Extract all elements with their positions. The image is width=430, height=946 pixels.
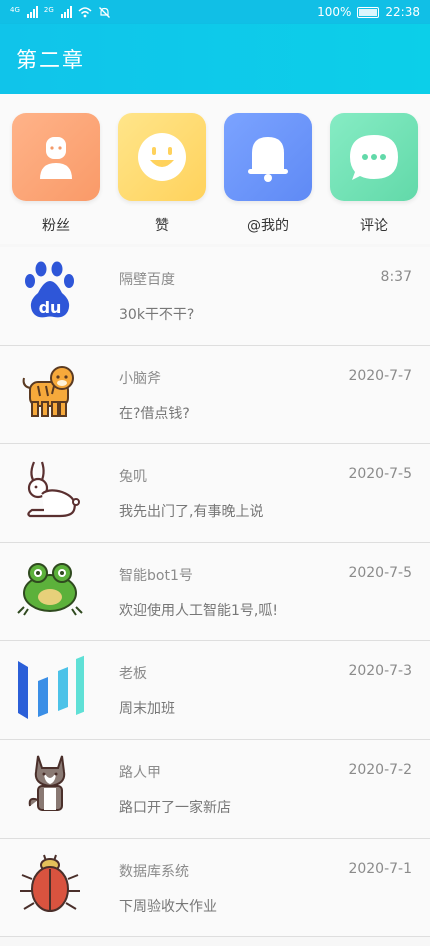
message-preview: 在?借点钱?	[119, 405, 190, 422]
quick-action-label: 赞	[155, 218, 169, 234]
message-list: du 隔壁百度 8:37 30k干不干? 小脑斧 2020-7-7 在?借点钱?	[0, 247, 430, 938]
status-bar: 4G 2G 100% 22:38	[0, 0, 430, 24]
quick-action-label: @我的	[247, 218, 289, 234]
contact-name: 智能bot1号	[119, 567, 193, 584]
message-preview: 下周验收大作业	[119, 898, 217, 915]
smile-icon[interactable]	[118, 113, 206, 201]
person-icon[interactable]	[12, 113, 100, 201]
list-item[interactable]: 路人甲 2020-7-2 路口开了一家新店	[0, 739, 430, 839]
mute-bell-icon	[98, 6, 110, 18]
message-preview: 路口开了一家新店	[119, 799, 231, 816]
list-item[interactable]: 智能bot1号 2020-7-5 欢迎使用人工智能1号,呱!	[0, 542, 430, 642]
app-bar: 第二章	[0, 24, 430, 94]
tiger-icon	[16, 356, 84, 424]
bars-logo-icon	[16, 651, 86, 720]
battery-icon	[357, 6, 380, 18]
contact-name: 小脑斧	[119, 370, 161, 387]
page-title: 第二章	[16, 48, 85, 72]
rabbit-icon	[16, 454, 84, 522]
message-preview: 30k干不干?	[119, 307, 195, 323]
contact-name: 兔叽	[119, 469, 147, 486]
message-time: 8:37	[380, 269, 412, 285]
sim2-network-label: 2G	[43, 5, 54, 14]
quick-action-label: 评论	[360, 218, 388, 234]
signal-icon	[26, 6, 38, 18]
quick-actions: 粉丝 赞 @我的 评论	[0, 94, 430, 244]
list-item[interactable]: 数据库系统 2020-7-1 下周验收大作业	[0, 838, 430, 938]
quick-action-comments[interactable]: 评论	[330, 94, 418, 244]
frog-icon	[16, 553, 84, 621]
list-item[interactable]: 老板 2020-7-3 周末加班	[0, 641, 430, 740]
bell-icon[interactable]	[224, 113, 312, 201]
sim1-network-label: 4G	[10, 5, 20, 14]
message-time: 2020-7-5	[348, 466, 412, 483]
quick-action-label: 粉丝	[42, 218, 70, 234]
wifi-icon	[78, 7, 92, 18]
svg-text:du: du	[39, 298, 62, 317]
chat-bubble-icon[interactable]	[330, 113, 418, 201]
list-item[interactable]: 兔叽 2020-7-5 我先出门了,有事晚上说	[0, 444, 430, 543]
contact-name: 路人甲	[119, 764, 161, 781]
message-time: 2020-7-5	[348, 564, 412, 581]
quick-action-fans[interactable]: 粉丝	[12, 94, 100, 244]
beetle-icon	[16, 849, 84, 917]
baidu-logo-icon: du	[16, 257, 84, 325]
clock: 22:38	[385, 5, 420, 19]
message-time: 2020-7-1	[348, 860, 412, 877]
husky-dog-icon	[16, 750, 84, 818]
message-preview: 周末加班	[119, 701, 175, 718]
contact-name: 隔壁百度	[119, 272, 175, 288]
message-time: 2020-7-7	[348, 367, 412, 384]
quick-action-mentions[interactable]: @我的	[224, 94, 312, 244]
message-time: 2020-7-2	[348, 761, 412, 778]
message-preview: 欢迎使用人工智能1号,呱!	[119, 602, 278, 619]
list-item[interactable]: du 隔壁百度 8:37 30k干不干?	[0, 247, 430, 346]
signal-icon	[60, 6, 72, 18]
quick-action-likes[interactable]: 赞	[118, 94, 206, 244]
battery-percent: 100%	[317, 5, 352, 19]
message-preview: 我先出门了,有事晚上说	[119, 504, 264, 521]
list-item[interactable]: 小脑斧 2020-7-7 在?借点钱?	[0, 345, 430, 445]
contact-name: 老板	[119, 666, 147, 683]
message-time: 2020-7-3	[348, 663, 412, 680]
contact-name: 数据库系统	[119, 863, 189, 880]
